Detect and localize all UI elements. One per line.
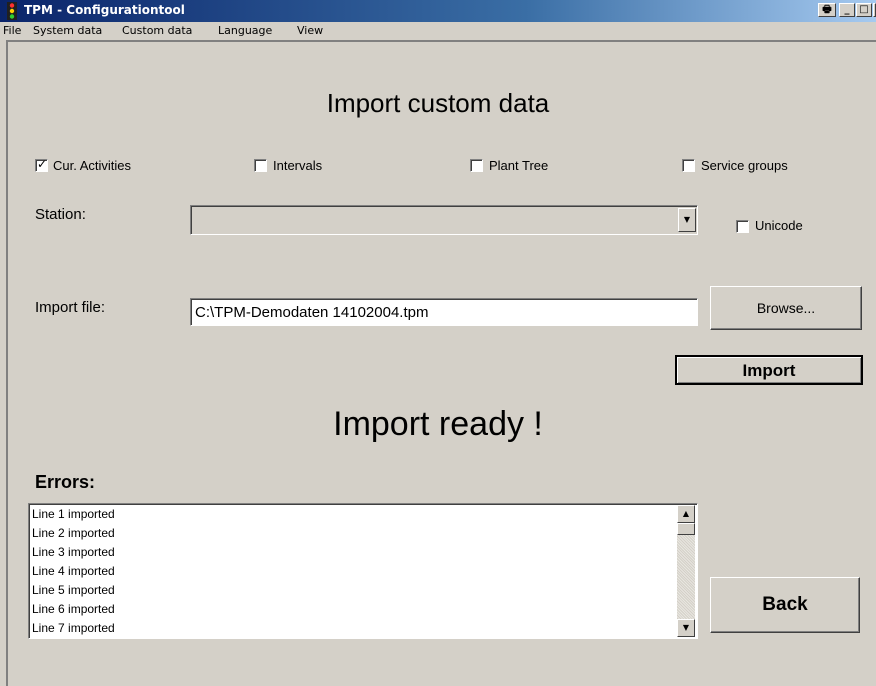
list-item: Line 7 imported	[32, 621, 115, 635]
browse-button[interactable]: Browse...	[710, 286, 862, 330]
errors-scrollbar[interactable]: ▲ ▼	[677, 505, 695, 637]
list-item: Line 4 imported	[32, 564, 115, 578]
menu-view[interactable]: View	[297, 24, 323, 37]
check-mark-icon: ✓	[37, 157, 48, 171]
chevron-down-icon[interactable]: ▼	[678, 208, 696, 232]
menu-system-data[interactable]: System data	[33, 24, 102, 37]
activities-label: Cur. Activities	[53, 158, 132, 173]
errors-list-content: Line 1 imported Line 2 imported Line 3 i…	[32, 505, 115, 638]
activities-checkbox[interactable]: ✓	[35, 157, 48, 172]
print-icon[interactable]: 🖶	[818, 3, 836, 17]
menu-bar: File System data Custom data Language Vi…	[0, 22, 876, 40]
menu-file[interactable]: File	[3, 24, 21, 37]
back-button[interactable]: Back	[710, 577, 860, 633]
errors-list[interactable]: Line 1 imported Line 2 imported Line 3 i…	[28, 503, 698, 639]
station-dropdown[interactable]	[190, 205, 698, 235]
list-item: Line 6 imported	[32, 602, 115, 616]
title-bar: TPM - Configurationtool 🖶 _ □	[0, 0, 876, 22]
traffic-light-icon	[7, 2, 17, 20]
import-button[interactable]: Import	[675, 355, 863, 385]
page-title: Import custom data	[326, 88, 550, 118]
minimize-button[interactable]: _	[839, 3, 855, 17]
import-file-value: C:\TPM-Demodaten 14102004.tpm	[195, 304, 429, 321]
import-file-label: Import file:	[35, 299, 106, 316]
window-title: TPM - Configurationtool	[24, 3, 185, 17]
plant-tree-checkbox[interactable]	[470, 159, 483, 172]
scroll-down-icon[interactable]: ▼	[677, 619, 695, 637]
import-file-input[interactable]: C:\TPM-Demodaten 14102004.tpm	[190, 298, 698, 326]
plant-tree-label: Plant Tree	[489, 158, 549, 173]
scroll-up-icon[interactable]: ▲	[677, 505, 695, 523]
service-groups-label: Service groups	[701, 158, 788, 173]
station-label: Station:	[35, 206, 86, 223]
errors-label: Errors:	[35, 472, 96, 492]
intervals-label: Intervals	[273, 158, 323, 173]
list-item: Line 2 imported	[32, 526, 115, 540]
unicode-label: Unicode	[755, 218, 803, 233]
service-groups-checkbox[interactable]	[682, 159, 695, 172]
menu-custom-data[interactable]: Custom data	[122, 24, 192, 37]
intervals-checkbox[interactable]	[254, 159, 267, 172]
scrollbar-thumb[interactable]	[677, 523, 695, 535]
import-status: Import ready !	[333, 405, 543, 443]
list-item: Line 5 imported	[32, 583, 115, 597]
menu-language[interactable]: Language	[218, 24, 272, 37]
list-item: Line 3 imported	[32, 545, 115, 559]
maximize-button[interactable]: □	[856, 3, 872, 17]
list-item: Line 1 imported	[32, 507, 115, 521]
unicode-checkbox[interactable]	[736, 220, 749, 233]
